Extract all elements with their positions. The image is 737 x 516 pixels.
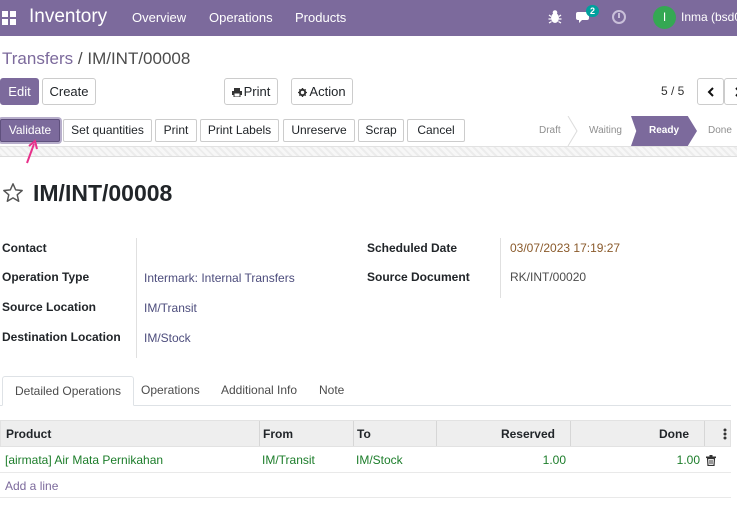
column-done[interactable]: Done [570,421,689,448]
user-name[interactable]: Inma (bsd0 [681,10,737,24]
delete-trash-icon[interactable] [706,455,716,466]
action-dropdown-button[interactable]: Action [291,78,353,105]
edit-button[interactable]: Edit [0,78,39,105]
unreserve-button[interactable]: Unreserve [283,119,355,142]
source-document-field[interactable]: RK/INT/00020 [510,270,586,284]
scheduled-date-label: Scheduled Date [367,241,458,255]
breadcrumb-transfers-link[interactable]: Transfers [2,49,73,68]
action-label: Action [309,84,346,99]
tab-operations[interactable]: Operations [141,376,200,406]
pager-previous-button[interactable] [697,78,724,105]
cell-done[interactable]: 1.00 [569,447,700,473]
add-line-link[interactable]: Add a line [5,479,58,493]
source-location-field[interactable]: IM/Transit [144,301,197,315]
chat-count-badge: 2 [586,5,600,17]
cell-reserved[interactable]: 1.00 [435,447,566,473]
operation-type-field[interactable]: Intermark: Internal Transfers [144,271,295,285]
column-reserved[interactable]: Reserved [436,421,555,448]
set-quantities-button[interactable]: Set quantities [63,119,152,142]
apps-menu-icon[interactable] [2,11,16,25]
gear-icon [298,88,308,97]
breadcrumb: Transfers / IM/INT/00008 [2,49,190,69]
column-separator [704,421,705,446]
tab-detailed-operations[interactable]: Detailed Operations [2,376,135,406]
destination-location-field[interactable]: IM/Stock [144,331,191,345]
table-bottom-border [0,497,731,498]
user-avatar[interactable]: I [653,6,676,29]
annotation-arrow-icon [26,139,38,164]
column-from[interactable]: From [263,421,293,448]
stage-draft[interactable]: Draft [539,116,561,146]
chevron-right-icon [734,87,737,97]
tab-note[interactable]: Note [319,376,344,406]
breadcrumb-current: IM/INT/00008 [87,49,191,68]
column-separator [353,421,354,446]
cell-to[interactable]: IM/Stock [356,447,403,473]
create-button[interactable]: Create [42,78,96,105]
source-document-label: Source Document [367,270,470,284]
scheduled-date-field[interactable]: 03/07/2023 17:19:27 [510,241,620,255]
chevron-left-icon [707,87,714,97]
destination-location-label: Destination Location [2,330,121,344]
sheet-background-stripe [0,147,737,157]
column-separator [259,421,260,446]
cell-from[interactable]: IM/Transit [262,447,315,473]
menu-operations[interactable]: Operations [209,10,273,25]
column-to[interactable]: To [357,421,371,448]
source-location-label: Source Location [2,300,97,314]
stage-separator-icon [567,116,578,146]
tab-additional-info[interactable]: Additional Info [221,376,297,406]
pager-next-button[interactable] [724,78,737,105]
statusbar: Validate Set quantities Print Print Labe… [0,115,737,147]
menu-overview[interactable]: Overview [132,10,186,25]
column-product[interactable]: Product [6,421,51,448]
print-labels-button[interactable]: Print Labels [200,119,279,142]
top-navbar: Inventory Overview Operations Products 2… [0,0,737,36]
cancel-button[interactable]: Cancel [407,119,465,142]
menu-products[interactable]: Products [295,10,346,25]
pager-value[interactable]: 5 / 5 [661,84,684,98]
field-divider [136,238,137,358]
table-header: Product From To Reserved Done [0,420,731,447]
record-title: IM/INT/00008 [33,180,173,206]
stage-ready[interactable]: Ready [631,116,697,146]
field-divider [500,238,501,298]
app-brand[interactable]: Inventory [29,6,107,28]
stage-done[interactable]: Done [708,116,732,146]
favorite-star-icon[interactable] [2,182,24,204]
notebook-tabs: Detailed Operations Operations Additiona… [0,376,731,406]
print-dropdown-button[interactable]: Print [224,78,278,105]
scrap-button[interactable]: Scrap [358,119,404,142]
print-label: Print [243,84,271,99]
printer-icon [231,88,242,98]
breadcrumb-separator: / [73,49,88,68]
print-button[interactable]: Print [155,119,197,142]
contact-label: Contact [2,241,47,255]
cell-product[interactable]: [airmata] Air Mata Pernikahan [5,447,163,473]
optional-columns-kebab-icon[interactable] [723,428,727,440]
operation-type-label: Operation Type [2,270,90,284]
activity-clock-icon[interactable] [612,10,626,24]
table-row[interactable]: [airmata] Air Mata Pernikahan IM/Transit… [0,447,731,473]
debug-bug-icon[interactable] [548,9,562,24]
stage-waiting[interactable]: Waiting [589,116,622,146]
